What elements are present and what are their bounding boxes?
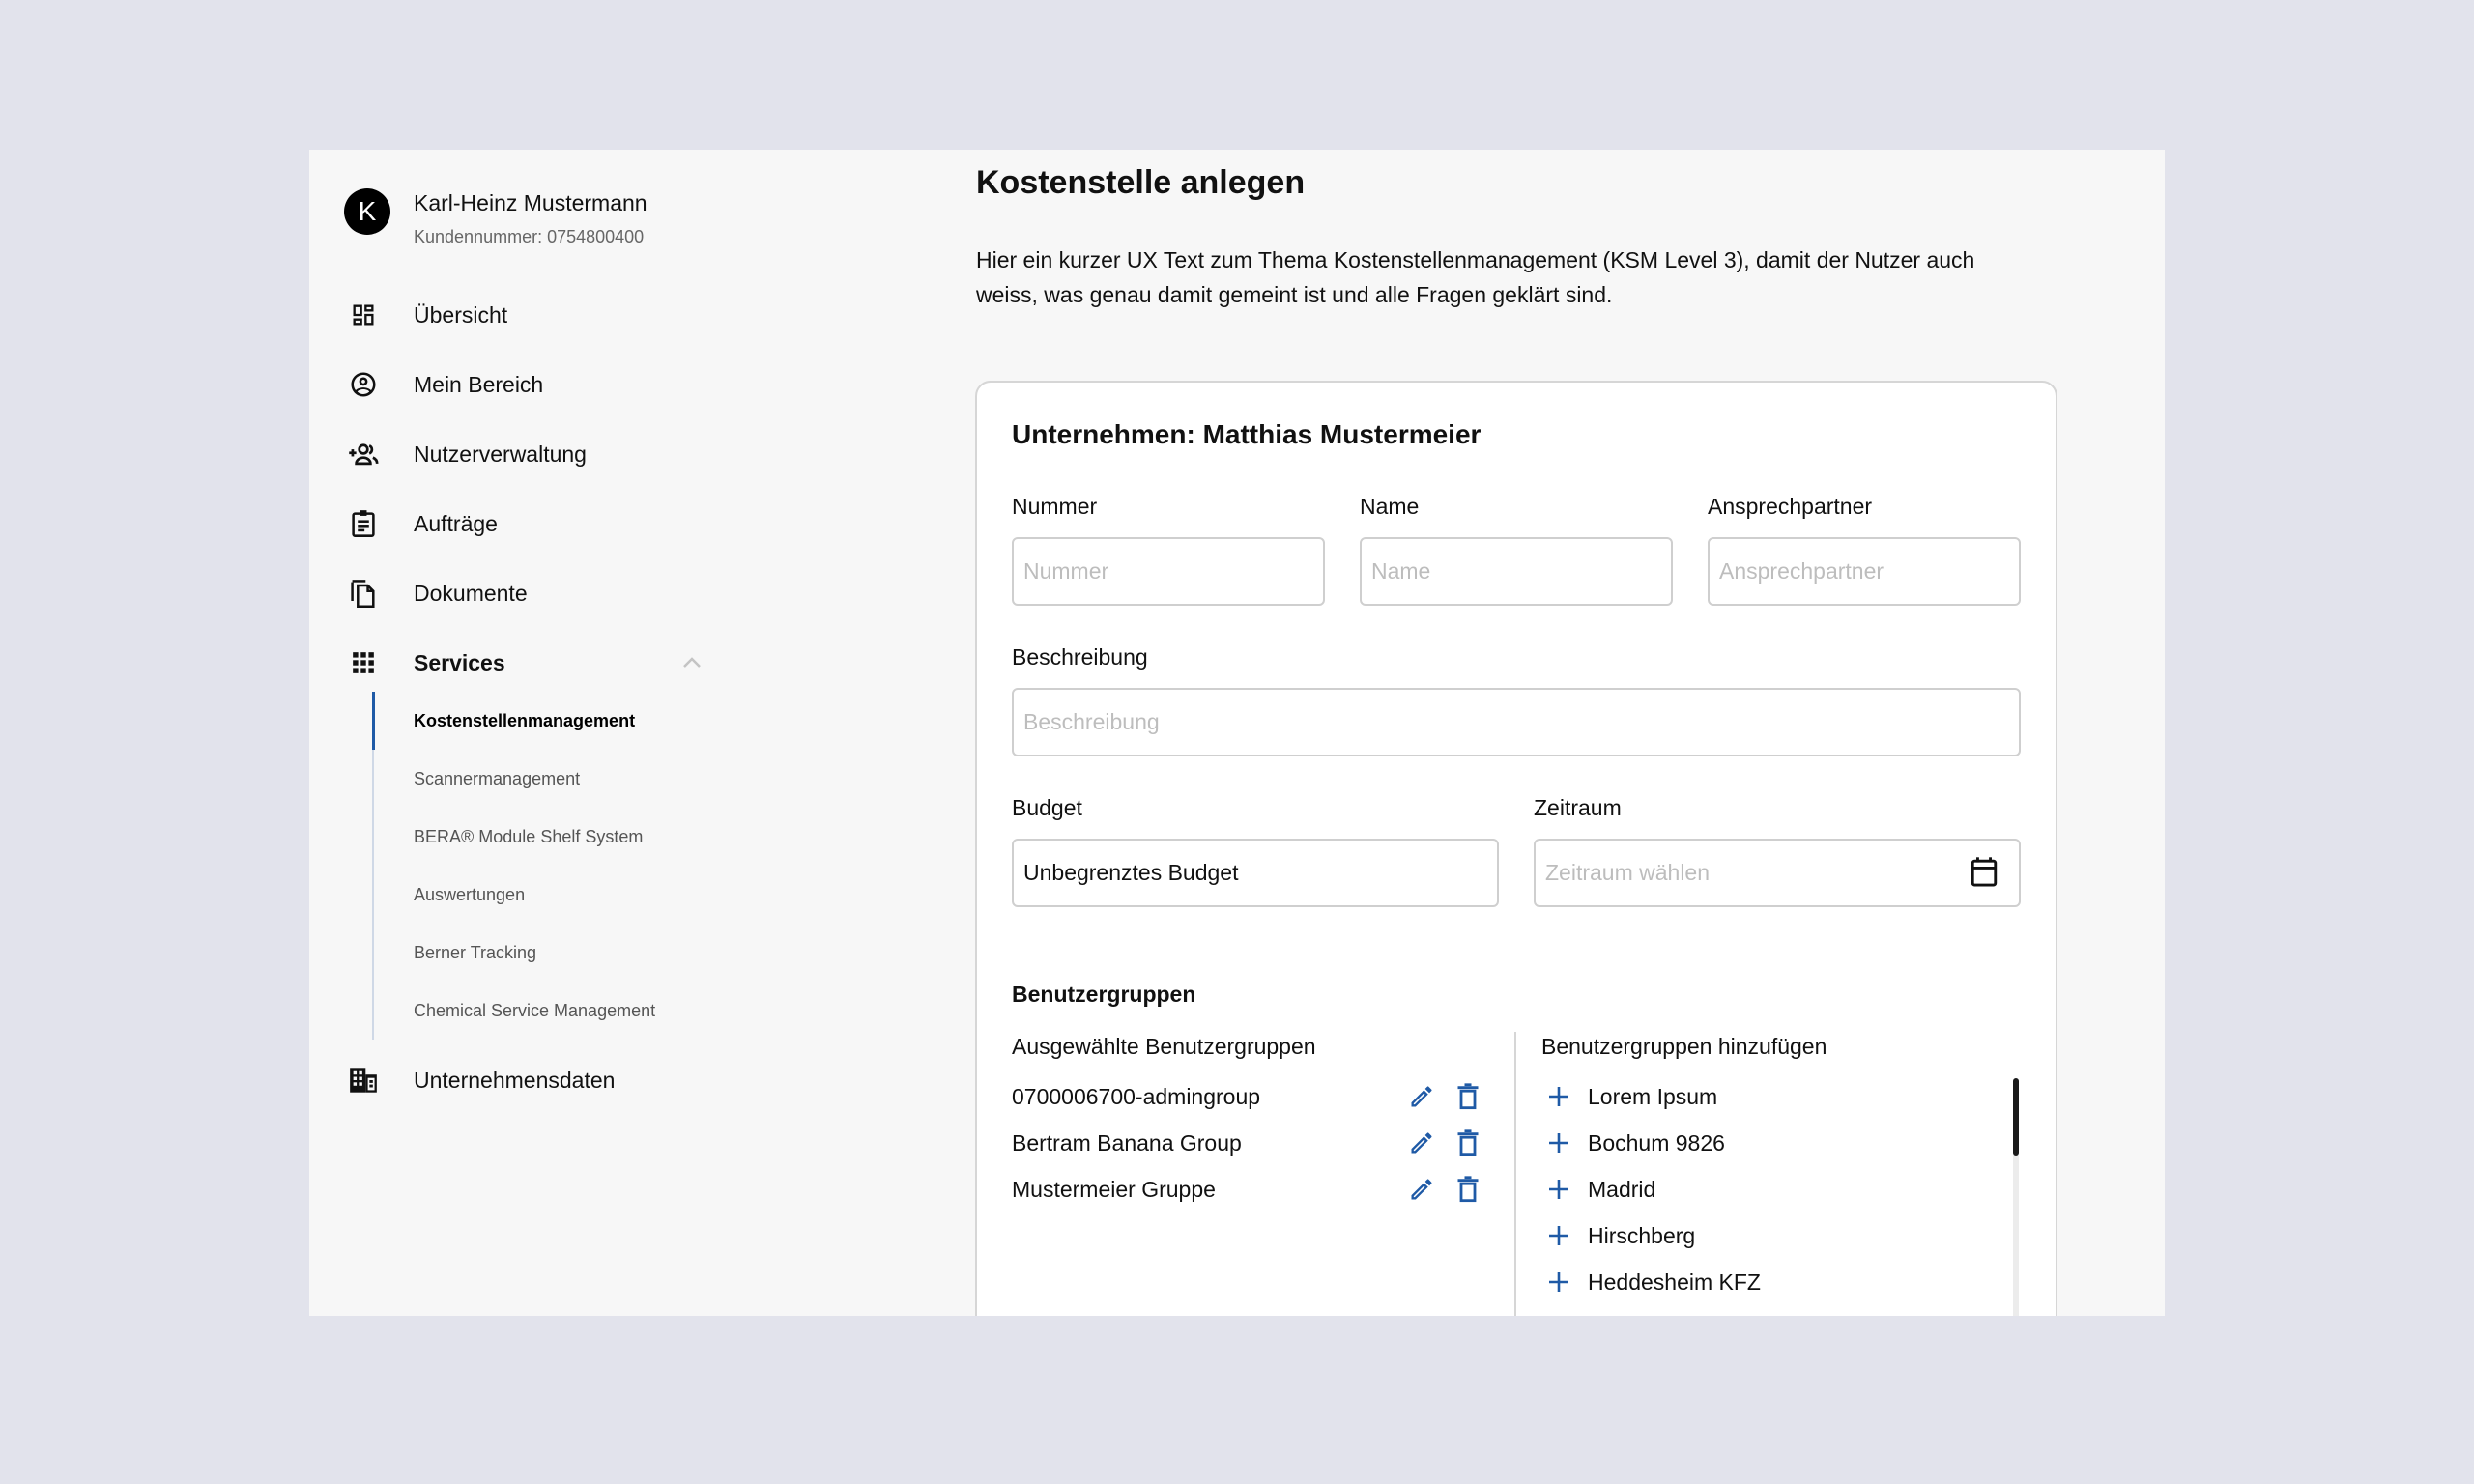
edit-icon[interactable] (1404, 1172, 1439, 1207)
scrollbar-thumb[interactable] (2013, 1078, 2019, 1156)
delete-icon[interactable] (1451, 1172, 1485, 1207)
plus-icon[interactable] (1541, 1079, 1576, 1114)
submenu-item-scannermanagement[interactable]: Scannermanagement (414, 759, 580, 798)
plus-icon[interactable] (1541, 1126, 1576, 1160)
dashboard-icon (348, 300, 379, 330)
copy-documents-icon (348, 578, 379, 609)
group-add-icon (348, 439, 379, 470)
selected-group-row: 0700006700-admingroup (1012, 1077, 1485, 1116)
group-name: Madrid (1588, 1176, 1656, 1202)
clipboard-icon (348, 508, 379, 539)
card-title: Unternehmen: Matthias Mustermeier (1012, 419, 1482, 449)
sidebar-item-label: Unternehmensdaten (414, 1067, 616, 1093)
add-group-row[interactable]: Hirschberg (1541, 1216, 1986, 1255)
sidebar-item-label: Mein Bereich (414, 371, 544, 397)
name-input[interactable] (1360, 537, 1673, 606)
edit-icon[interactable] (1404, 1126, 1439, 1160)
zeitraum-input[interactable] (1534, 839, 2021, 907)
group-name: Mustermeier Gruppe (1012, 1176, 1216, 1202)
beschreibung-input[interactable] (1012, 688, 2021, 756)
zeitraum-field (1534, 839, 2021, 907)
cost-center-form-card: Unternehmen: Matthias Mustermeier Nummer… (975, 381, 2057, 1316)
submenu-item-berner-tracking[interactable]: Berner Tracking (414, 933, 536, 972)
avatar: K (344, 188, 390, 235)
zeitraum-label: Zeitraum (1534, 795, 1622, 820)
calendar-icon[interactable] (1969, 856, 1999, 894)
nummer-input[interactable] (1012, 537, 1325, 606)
apps-grid-icon (348, 647, 379, 678)
sidebar-item-unternehmensdaten[interactable]: Unternehmensdaten (348, 1057, 986, 1103)
sidebar-item-uebersicht[interactable]: Übersicht (348, 292, 986, 338)
groups-divider (1514, 1032, 1516, 1316)
submenu-item-bera-module[interactable]: BERA® Module Shelf System (414, 817, 643, 856)
budget-label: Budget (1012, 795, 1082, 820)
group-name: 0700006700-admingroup (1012, 1083, 1261, 1109)
customer-number: Kundennummer: 0754800400 (414, 227, 645, 246)
add-group-row[interactable]: Heddesheim KFZ (1541, 1263, 1986, 1301)
delete-icon[interactable] (1451, 1079, 1485, 1114)
submenu-item-chemical-service[interactable]: Chemical Service Management (414, 991, 655, 1030)
sidebar-item-mein-bereich[interactable]: Mein Bereich (348, 361, 986, 408)
selected-group-row: Bertram Banana Group (1012, 1124, 1485, 1162)
sidebar-item-auftraege[interactable]: Aufträge (348, 500, 986, 547)
user-name: Karl-Heinz Mustermann (414, 190, 647, 215)
name-label: Name (1360, 494, 1420, 519)
ansprechpartner-input[interactable] (1708, 537, 2021, 606)
delete-icon[interactable] (1451, 1126, 1485, 1160)
sidebar-item-label: Nutzerverwaltung (414, 441, 587, 467)
add-group-row[interactable]: Bochum 9826 (1541, 1124, 1986, 1162)
sidebar-item-label: Dokumente (414, 580, 528, 606)
group-name: Lorem Ipsum (1588, 1083, 1718, 1109)
chevron-up-icon[interactable] (681, 653, 703, 677)
business-building-icon (348, 1065, 379, 1096)
sidebar-item-label: Übersicht (414, 301, 508, 328)
budget-input[interactable] (1012, 839, 1499, 907)
plus-icon[interactable] (1541, 1218, 1576, 1253)
account-circle-icon (348, 369, 379, 400)
app-window: K Karl-Heinz Mustermann Kundennummer: 07… (309, 150, 2165, 1316)
page-description: Hier ein kurzer UX Text zum Thema Kosten… (976, 247, 1975, 307)
sidebar-item-label: Services (414, 649, 505, 675)
plus-icon[interactable] (1541, 1172, 1576, 1207)
submenu-item-auswertungen[interactable]: Auswertungen (414, 875, 525, 914)
edit-icon[interactable] (1404, 1079, 1439, 1114)
page-title: Kostenstelle anlegen (976, 164, 1306, 201)
sidebar-item-services[interactable]: Services (348, 640, 986, 686)
selected-groups-title: Ausgewählte Benutzergruppen (1012, 1034, 1316, 1059)
add-group-row[interactable]: Madrid (1541, 1170, 1986, 1209)
group-name: Bochum 9826 (1588, 1129, 1725, 1156)
ansprechpartner-label: Ansprechpartner (1708, 494, 1873, 519)
sidebar-item-nutzerverwaltung[interactable]: Nutzerverwaltung (348, 431, 986, 477)
sidebar-item-dokumente[interactable]: Dokumente (348, 570, 986, 616)
group-name: Hirschberg (1588, 1222, 1696, 1248)
submenu-item-kostenstellenmanagement[interactable]: Kostenstellenmanagement (414, 701, 635, 740)
add-groups-title: Benutzergruppen hinzufügen (1541, 1034, 1827, 1059)
sidebar-item-label: Aufträge (414, 510, 498, 536)
nummer-label: Nummer (1012, 494, 1098, 519)
submenu-active-indicator (372, 692, 375, 750)
add-group-row[interactable]: Lorem Ipsum (1541, 1077, 1986, 1116)
selected-group-row: Mustermeier Gruppe (1012, 1170, 1485, 1209)
groups-section-title: Benutzergruppen (1012, 982, 1196, 1007)
group-name: Heddesheim KFZ (1588, 1269, 1761, 1295)
group-name: Bertram Banana Group (1012, 1129, 1242, 1156)
plus-icon[interactable] (1541, 1265, 1576, 1299)
beschreibung-label: Beschreibung (1012, 644, 1148, 670)
